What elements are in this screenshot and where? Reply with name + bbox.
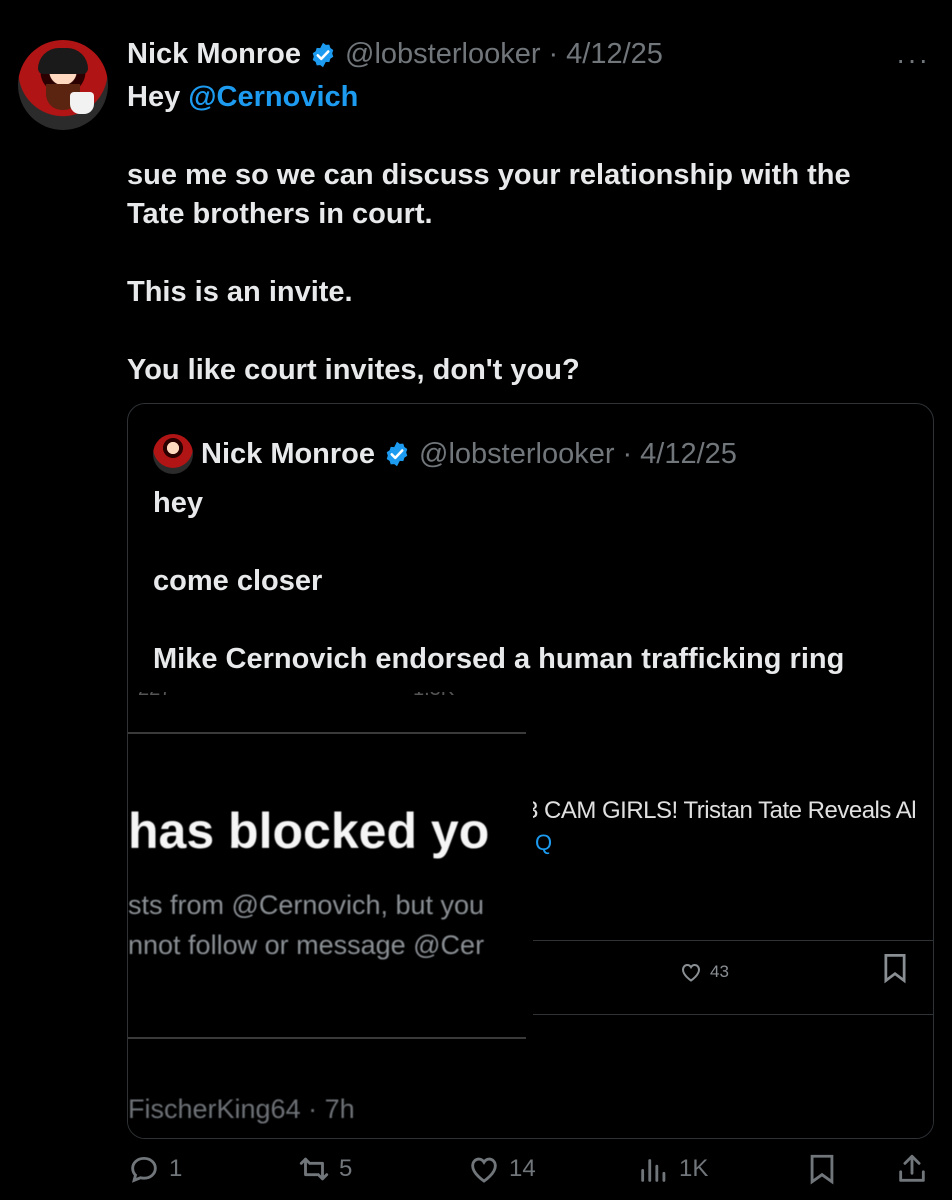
blocked-title: has blocked yo <box>128 803 490 859</box>
cropped-count: 1.3K <box>413 692 454 701</box>
screenshot-like: 43 <box>678 960 729 984</box>
share-icon <box>899 1154 925 1182</box>
tweet-line-1: sue me so we can discuss your relationsh… <box>127 159 851 191</box>
quote-date: 4/12/25 <box>640 437 737 470</box>
like-icon <box>681 963 701 982</box>
quote-line-2: come closer <box>153 565 323 597</box>
quote-line-1: hey <box>153 487 203 519</box>
quoted-tweet[interactable]: Nick Monroe @lobsterlooker · 4/12/25 hey… <box>127 403 934 1139</box>
tweet-header: Nick Monroe @lobsterlooker · 4/12/25 <box>127 38 663 71</box>
tweet-text: Hey @Cernovich sue me so we can discuss … <box>127 78 927 390</box>
quote-avatar <box>153 434 193 474</box>
bookmark-button[interactable] <box>805 1152 839 1186</box>
reply-count: 1 <box>169 1155 183 1182</box>
reply-icon <box>131 1156 157 1183</box>
views-button[interactable]: 1K <box>637 1152 708 1186</box>
bookmark-icon <box>810 1154 834 1185</box>
like-count: 14 <box>509 1155 536 1182</box>
post-date[interactable]: 4/12/25 <box>566 38 663 71</box>
cropped-count: 227 <box>138 692 171 701</box>
verified-badge-icon <box>312 42 334 67</box>
bookmark-icon <box>884 954 906 984</box>
blocked-screenshot: 227 1.3K has blocked yo sts from @Cernov… <box>128 692 533 1138</box>
reply-button[interactable]: 1 <box>127 1152 182 1186</box>
video-screenshot: 3 CAM GIRLS! Tristan Tate Reveals Al Q 4… <box>533 692 933 1138</box>
quote-image[interactable]: 227 1.3K has blocked yo sts from @Cernov… <box>128 692 933 1138</box>
view-count: 1K <box>679 1155 709 1182</box>
repost-button[interactable]: 5 <box>297 1152 352 1186</box>
more-icon[interactable]: ··· <box>896 44 930 76</box>
quote-header: Nick Monroe @lobsterlooker · 4/12/25 <box>153 434 737 474</box>
screenshot-like-count: 43 <box>710 962 729 981</box>
quote-handle: @lobsterlooker <box>419 437 615 470</box>
tweet-line-4: You like court invites, don't you? <box>127 354 580 386</box>
separator-dot: · <box>548 38 559 70</box>
share-button[interactable] <box>895 1152 929 1186</box>
author-avatar[interactable] <box>18 40 108 130</box>
screenshot-footer: FischerKing64 · 7h <box>128 1094 355 1124</box>
author-handle[interactable]: @lobsterlooker <box>345 38 540 71</box>
like-button[interactable]: 14 <box>467 1152 536 1186</box>
tweet-line-3: This is an invite. <box>127 276 353 308</box>
blocked-subtext-2: nnot follow or message @Cer <box>128 930 485 960</box>
author-name[interactable]: Nick Monroe <box>127 38 301 71</box>
quote-line-3: Mike Cernovich endorsed a human traffick… <box>153 643 845 675</box>
greeting-text: Hey <box>127 81 181 113</box>
repost-icon <box>299 1157 329 1181</box>
like-icon <box>471 1157 497 1183</box>
views-icon <box>641 1159 666 1182</box>
quote-text: hey come closer Mike Cernovich endorsed … <box>153 484 923 679</box>
mention-link[interactable]: @Cernovich <box>188 81 358 113</box>
repost-count: 5 <box>339 1155 353 1182</box>
video-headline: 3 CAM GIRLS! Tristan Tate Reveals Al <box>533 797 917 824</box>
quote-author-name: Nick Monroe <box>201 437 376 470</box>
link-fragment: Q <box>535 830 553 855</box>
action-bar: 1 5 14 1K <box>127 1152 932 1192</box>
quote-separator: · <box>622 437 633 470</box>
tweet: Nick Monroe @lobsterlooker · 4/12/25 ···… <box>0 0 952 1200</box>
blocked-subtext-1: sts from @Cernovich, but you <box>128 890 485 920</box>
tweet-line-2: Tate brothers in court. <box>127 198 433 230</box>
verified-badge-icon <box>386 441 408 467</box>
